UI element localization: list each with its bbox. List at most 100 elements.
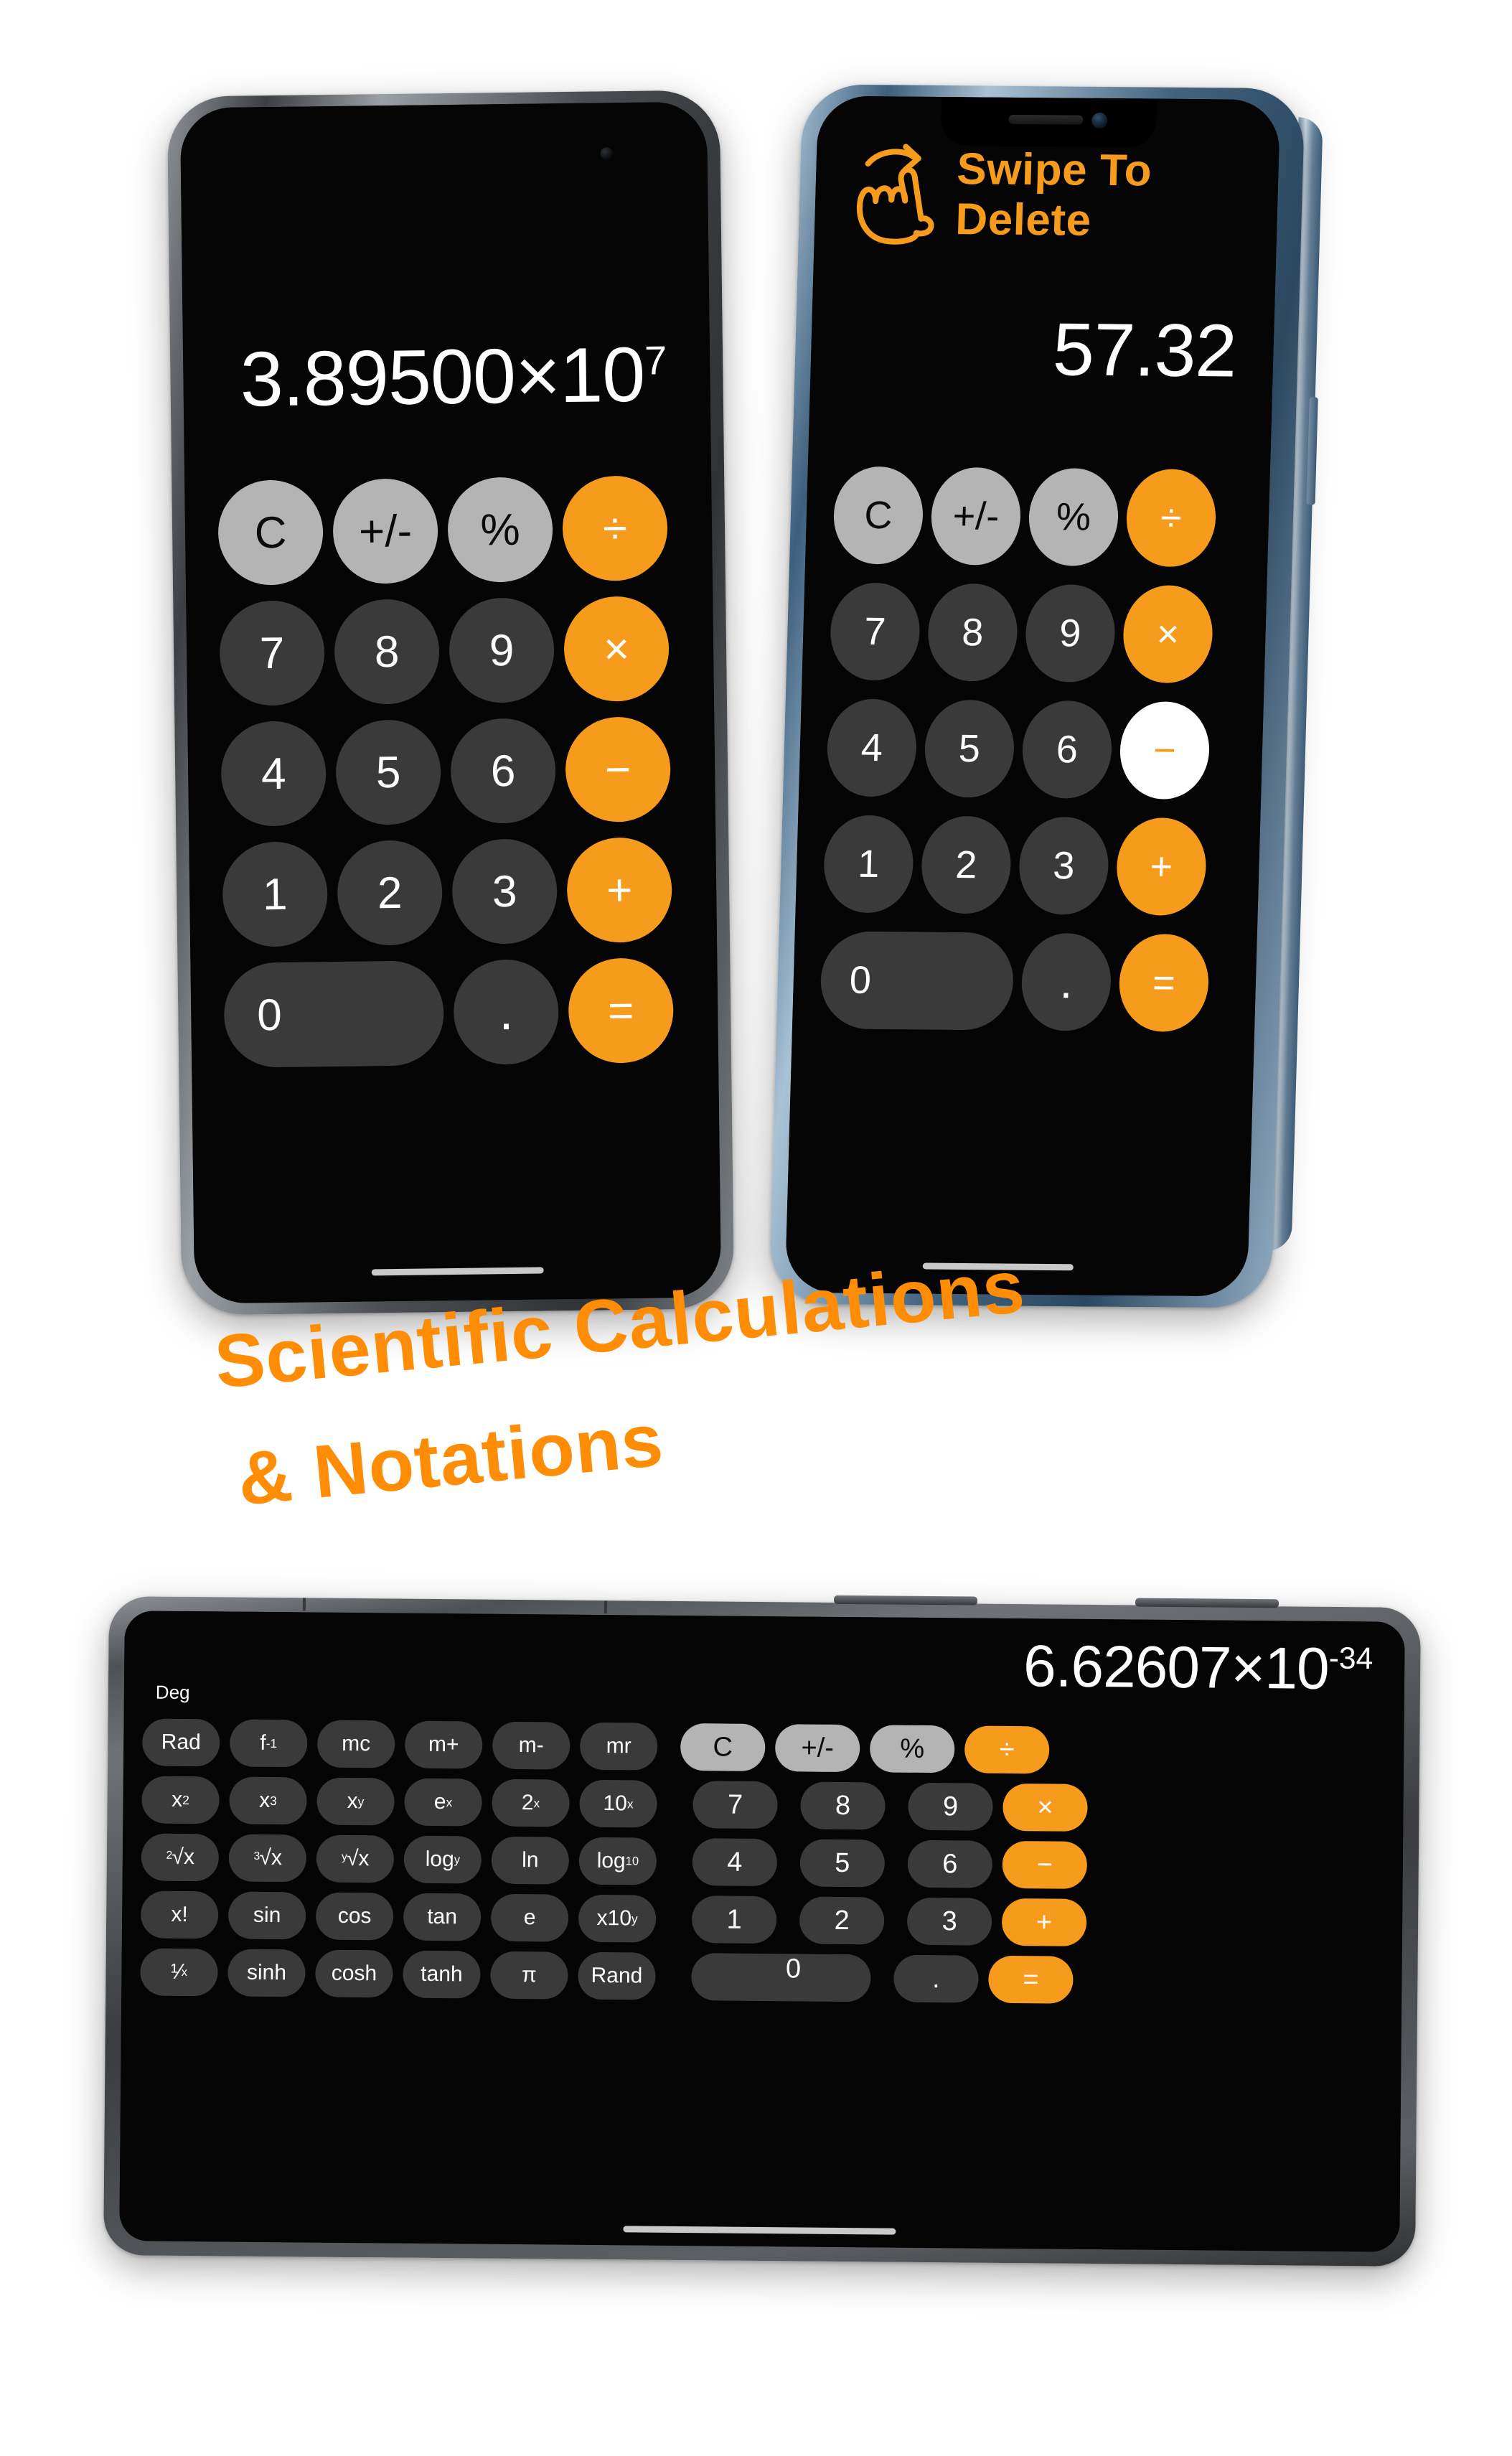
- key-9[interactable]: 9: [449, 597, 555, 704]
- key-root-y[interactable]: y√x: [316, 1834, 395, 1883]
- key-label: %: [1056, 495, 1091, 539]
- key-c[interactable]: C: [217, 479, 324, 586]
- key-0[interactable]: 0: [819, 931, 1015, 1031]
- key-2[interactable]: 2: [920, 815, 1013, 914]
- key-e[interactable]: e: [490, 1893, 569, 1942]
- key-2[interactable]: 2x: [492, 1778, 570, 1827]
- key-sin[interactable]: sin: [227, 1891, 306, 1940]
- front-camera-icon: [1091, 112, 1108, 128]
- key-log[interactable]: log y: [403, 1835, 482, 1884]
- key-1[interactable]: 1: [691, 1895, 777, 1944]
- key-multiply[interactable]: ×: [1122, 585, 1214, 684]
- key-7[interactable]: 7: [692, 1781, 778, 1829]
- key-x[interactable]: x2: [141, 1776, 220, 1824]
- root-radicand: √x: [172, 1845, 195, 1870]
- key-multiply[interactable]: ×: [1002, 1783, 1088, 1832]
- key-2[interactable]: 2: [337, 840, 443, 946]
- key-mr[interactable]: mr: [579, 1722, 658, 1771]
- key-4[interactable]: 4: [825, 698, 918, 797]
- key-cos[interactable]: cos: [315, 1892, 394, 1941]
- key-4[interactable]: 4: [692, 1838, 778, 1887]
- key-mminus[interactable]: m-: [492, 1721, 570, 1770]
- key-label: sinh: [246, 1960, 287, 1985]
- angle-mode-label[interactable]: Deg: [156, 1682, 190, 1704]
- key-tanh[interactable]: tanh: [403, 1950, 481, 1999]
- key-sinh[interactable]: sinh: [227, 1949, 306, 1997]
- key-1[interactable]: 1: [822, 815, 915, 914]
- key-6[interactable]: 6: [907, 1839, 993, 1888]
- key-dot[interactable]: .: [1020, 932, 1112, 1031]
- key-divide[interactable]: ÷: [1125, 469, 1217, 568]
- key-1[interactable]: 1: [222, 841, 329, 947]
- key-key[interactable]: ¹⁄ x: [140, 1948, 218, 1997]
- key-rand[interactable]: Rand: [578, 1951, 656, 2000]
- key-tan[interactable]: tan: [403, 1893, 482, 1941]
- key-dot[interactable]: .: [453, 959, 560, 1065]
- key-label: 4: [727, 1847, 743, 1878]
- key-6[interactable]: 6: [1021, 700, 1113, 799]
- key-c[interactable]: C: [832, 466, 924, 565]
- key-f[interactable]: f -1: [229, 1719, 308, 1768]
- key-percent[interactable]: %: [869, 1725, 955, 1773]
- key-key[interactable]: −: [1002, 1840, 1088, 1889]
- key-5[interactable]: 5: [924, 699, 1015, 798]
- key-percent[interactable]: %: [447, 477, 553, 583]
- key-7[interactable]: 7: [829, 582, 921, 681]
- key-equals[interactable]: =: [988, 1955, 1074, 2004]
- phone-one-device: 3.89500×107 C +/-% ÷ 7 8 9 × 4 5 6−1 2 3 +0. =: [166, 90, 735, 1316]
- key-5[interactable]: 5: [799, 1839, 886, 1888]
- key-divide[interactable]: ÷: [964, 1725, 1050, 1774]
- key-plusminus[interactable]: +/-: [332, 478, 438, 584]
- key-0[interactable]: 0: [223, 960, 445, 1068]
- key-6[interactable]: 6: [450, 718, 557, 824]
- key-plusminus[interactable]: +/-: [930, 467, 1022, 566]
- key-plus[interactable]: +: [566, 837, 673, 944]
- earpiece-speaker-icon: [1008, 114, 1084, 125]
- key-x10[interactable]: x10 y: [578, 1894, 657, 1943]
- key-multiply[interactable]: ×: [563, 596, 670, 703]
- key-xfactorial[interactable]: x!: [140, 1890, 219, 1939]
- key-key[interactable]: π: [490, 1951, 568, 2000]
- key-key[interactable]: −: [1119, 701, 1211, 800]
- key-2[interactable]: 2: [799, 1896, 885, 1945]
- key-0[interactable]: 0: [691, 1953, 871, 2002]
- key-9[interactable]: 9: [908, 1782, 993, 1831]
- key-superscript: 3: [270, 1793, 277, 1808]
- key-plusminus[interactable]: +/-: [774, 1724, 860, 1773]
- key-divide[interactable]: ÷: [562, 475, 668, 582]
- key-c[interactable]: C: [680, 1723, 766, 1772]
- key-root-3[interactable]: 3√x: [228, 1834, 307, 1883]
- key-equals[interactable]: =: [568, 957, 675, 1064]
- key-4[interactable]: 4: [220, 721, 327, 827]
- key-plus[interactable]: +: [1001, 1898, 1087, 1946]
- tablet-display: 6.62607×10-34: [124, 1625, 1405, 1704]
- key-mplus[interactable]: m+: [404, 1720, 483, 1769]
- key-7[interactable]: 7: [219, 600, 326, 706]
- key-percent[interactable]: %: [1028, 467, 1119, 566]
- key-5[interactable]: 5: [335, 719, 442, 825]
- key-8[interactable]: 8: [926, 583, 1019, 682]
- key-3[interactable]: 3: [451, 838, 558, 945]
- key-rad[interactable]: Rad: [141, 1718, 220, 1767]
- key-8[interactable]: 8: [800, 1781, 886, 1830]
- key-ln[interactable]: ln: [491, 1836, 570, 1885]
- key-dot[interactable]: .: [893, 1954, 979, 2003]
- key-key[interactable]: −: [565, 716, 672, 823]
- key-8[interactable]: 8: [334, 599, 441, 705]
- volume-up-button[interactable]: [833, 1595, 978, 1606]
- swipe-to-delete-text: Swipe To Delete: [955, 144, 1152, 245]
- key-cosh[interactable]: cosh: [315, 1949, 393, 1998]
- key-root-2[interactable]: 2√x: [141, 1833, 220, 1882]
- key-mc[interactable]: mc: [316, 1720, 395, 1768]
- key-3[interactable]: 3: [906, 1897, 992, 1946]
- key-log[interactable]: log 10: [578, 1837, 657, 1885]
- key-x[interactable]: x3: [229, 1776, 307, 1825]
- key-x[interactable]: xy: [316, 1777, 395, 1826]
- key-e[interactable]: ex: [404, 1778, 482, 1827]
- key-9[interactable]: 9: [1024, 583, 1117, 683]
- key-3[interactable]: 3: [1018, 816, 1110, 915]
- key-10[interactable]: 10 x: [579, 1779, 657, 1828]
- key-equals[interactable]: =: [1118, 933, 1210, 1033]
- key-plus[interactable]: +: [1115, 817, 1208, 916]
- volume-down-button[interactable]: [1135, 1598, 1279, 1608]
